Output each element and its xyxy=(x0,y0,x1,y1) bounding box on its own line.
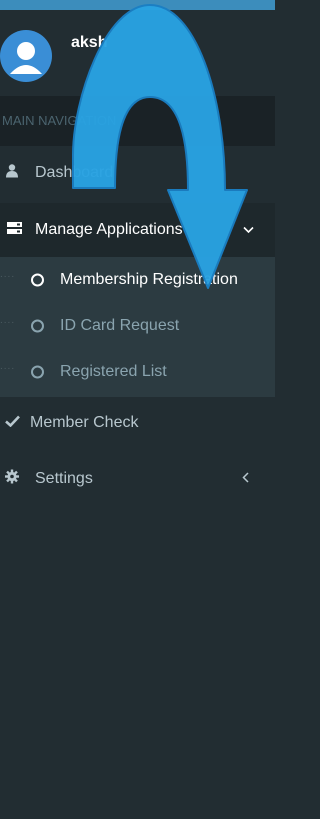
check-icon xyxy=(5,414,20,432)
main-navigation-header: MAIN NAVIGATION xyxy=(0,96,275,146)
gear-icon xyxy=(5,469,19,489)
circle-icon xyxy=(31,319,44,333)
sidebar-item-manage-applications[interactable]: Manage Applications xyxy=(0,203,275,257)
sidebar-item-label: Member Check xyxy=(30,414,139,431)
submenu-item-label: Membership Registration xyxy=(60,271,238,288)
sidebar-item-label: Settings xyxy=(35,470,93,487)
sidebar-item-dashboard[interactable]: Dashboard xyxy=(0,146,275,200)
chevron-down-icon xyxy=(243,221,254,239)
manage-applications-submenu: .... Membership Registration .... ID Car… xyxy=(0,257,275,397)
sidebar-item-settings[interactable]: Settings xyxy=(0,452,275,506)
user-name: aksh xyxy=(71,34,108,51)
chevron-left-icon xyxy=(242,470,249,488)
submenu-item-registered-list[interactable]: .... Registered List xyxy=(0,349,275,395)
avatar xyxy=(0,30,52,82)
sidebar-item-member-check[interactable]: Member Check xyxy=(0,398,275,448)
circle-icon xyxy=(31,273,44,287)
user-panel: aksh xyxy=(0,10,275,96)
top-accent-bar xyxy=(0,0,275,10)
user-icon xyxy=(6,164,18,183)
server-icon xyxy=(7,221,22,239)
submenu-item-membership-registration[interactable]: .... Membership Registration xyxy=(0,257,275,303)
submenu-item-label: ID Card Request xyxy=(60,317,180,334)
sidebar-item-label: Manage Applications xyxy=(35,221,183,238)
sidebar-item-label: Dashboard xyxy=(35,164,114,181)
circle-icon xyxy=(31,365,44,379)
submenu-item-label: Registered List xyxy=(60,363,167,380)
submenu-item-id-card-request[interactable]: .... ID Card Request xyxy=(0,303,275,349)
user-avatar-icon xyxy=(10,42,42,74)
